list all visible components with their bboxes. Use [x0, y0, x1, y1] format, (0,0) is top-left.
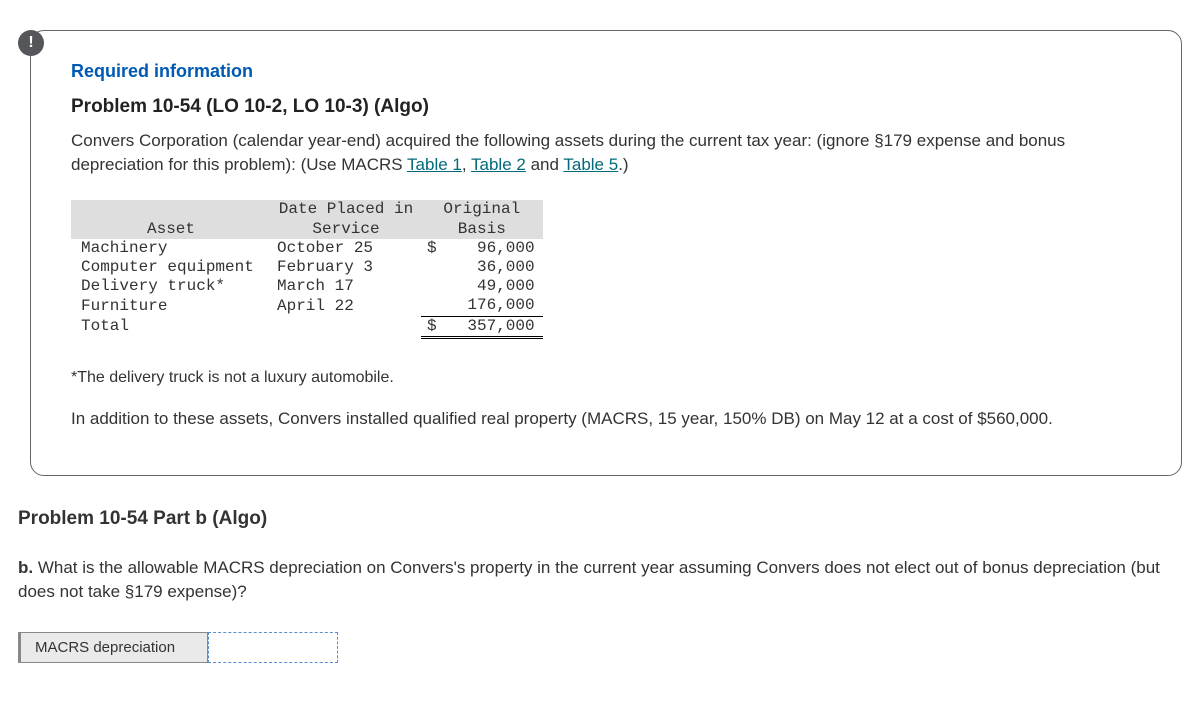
cell-basis: 49,000 — [443, 277, 543, 296]
answer-label: MACRS depreciation — [18, 632, 208, 663]
cell-total-currency: $ — [421, 316, 443, 337]
link-table-2[interactable]: Table 2 — [471, 155, 526, 174]
additional-info: In addition to these assets, Convers ins… — [71, 407, 1141, 431]
asset-table: Asset Date Placed in Original Service Ba… — [71, 200, 543, 338]
info-icon: ! — [18, 30, 44, 56]
table-row: Machinery October 25 $ 96,000 — [71, 239, 543, 258]
cell-basis: 96,000 — [443, 239, 543, 258]
cell-currency — [421, 258, 443, 277]
cell-total-label: Total — [71, 316, 271, 337]
macrs-depreciation-input[interactable] — [208, 632, 338, 663]
cell-currency — [421, 277, 443, 296]
col-header-basis-l1: Original — [421, 200, 543, 219]
part-b-prefix: b. — [18, 558, 33, 577]
link-table-1[interactable]: Table 1 — [407, 155, 462, 174]
part-b-body: What is the allowable MACRS depreciation… — [18, 558, 1160, 601]
cell-total-basis: 357,000 — [443, 316, 543, 337]
required-info-panel: Required information Problem 10-54 (LO 1… — [30, 30, 1182, 476]
problem-title: Problem 10-54 (LO 10-2, LO 10-3) (Algo) — [71, 94, 1141, 121]
col-header-basis-l2: Basis — [421, 220, 543, 239]
cell-date: February 3 — [271, 258, 421, 277]
problem-intro: Convers Corporation (calendar year-end) … — [71, 129, 1141, 177]
part-b-title: Problem 10-54 Part b (Algo) — [18, 506, 1182, 533]
col-header-asset: Asset — [71, 200, 271, 238]
cell-currency: $ — [421, 239, 443, 258]
cell-asset: Computer equipment — [71, 258, 271, 277]
cell-asset: Delivery truck* — [71, 277, 271, 296]
answer-row: MACRS depreciation — [18, 632, 1182, 663]
cell-date: October 25 — [271, 239, 421, 258]
required-heading: Required information — [71, 59, 1141, 84]
table-row: Computer equipment February 3 36,000 — [71, 258, 543, 277]
table-row: Furniture April 22 176,000 — [71, 296, 543, 316]
cell-date: April 22 — [271, 296, 421, 316]
cell-asset: Furniture — [71, 296, 271, 316]
cell-date: March 17 — [271, 277, 421, 296]
col-header-date-l2: Service — [271, 220, 421, 239]
sep2: and — [526, 155, 564, 174]
table-total-row: Total $ 357,000 — [71, 316, 543, 337]
cell-basis: 36,000 — [443, 258, 543, 277]
part-b-question: b. What is the allowable MACRS depreciat… — [18, 556, 1182, 604]
intro-text-b: .) — [618, 155, 628, 174]
link-table-5[interactable]: Table 5 — [563, 155, 618, 174]
sep1: , — [462, 155, 471, 174]
cell-basis: 176,000 — [443, 296, 543, 316]
table-row: Delivery truck* March 17 49,000 — [71, 277, 543, 296]
footnote: *The delivery truck is not a luxury auto… — [71, 367, 1141, 389]
col-header-date-l1: Date Placed in — [271, 200, 421, 219]
cell-currency — [421, 296, 443, 316]
cell-asset: Machinery — [71, 239, 271, 258]
